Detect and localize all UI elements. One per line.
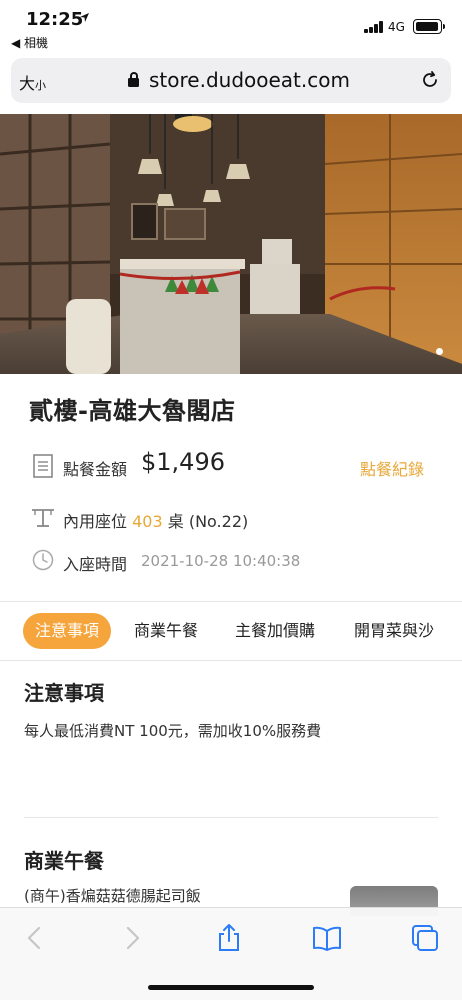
tabs-icon[interactable] <box>410 923 440 953</box>
url-text[interactable]: store.dudooeat.com <box>149 68 350 92</box>
tab-business-lunch[interactable]: 商業午餐 <box>134 613 198 649</box>
section-title-notice: 注意事項 <box>24 681 104 705</box>
tab-appetizers[interactable]: 開胃菜與沙 <box>354 613 434 649</box>
seated-time-value: 2021-10-28 10:40:38 <box>141 552 301 570</box>
store-hero-image[interactable] <box>0 114 462 374</box>
text-size-button[interactable]: 大小 <box>19 70 46 94</box>
carousel-dot[interactable] <box>436 348 443 355</box>
battery-icon <box>413 19 445 34</box>
order-amount-value: $1,496 <box>141 448 225 476</box>
status-time: 12:25 <box>26 9 84 30</box>
section-title-lunch: 商業午餐 <box>24 849 104 873</box>
location-arrow-icon <box>79 12 90 26</box>
seat-number: 403 <box>132 512 163 531</box>
text-size-small: 小 <box>35 79 47 92</box>
share-icon[interactable] <box>214 923 244 953</box>
divider <box>24 817 438 818</box>
store-name: 貳樓-高雄大魯閣店 <box>29 397 236 425</box>
seat-info: 內用座位 403 桌 (No.22) <box>63 508 248 532</box>
seat-suffix: 桌 (No.22) <box>167 512 249 531</box>
menu-item-name[interactable]: (商午)香煸菇菇德腸起司飯 <box>24 885 201 906</box>
seat-label: 內用座位 <box>63 512 128 531</box>
divider <box>0 660 462 661</box>
lock-icon <box>128 72 139 87</box>
notice-text: 每人最低消費NT 100元，需加收10%服務費 <box>24 722 322 740</box>
table-icon <box>31 508 55 532</box>
back-icon[interactable] <box>20 923 50 953</box>
clock-icon <box>32 549 54 575</box>
network-type: 4G <box>388 20 405 34</box>
order-history-link[interactable]: 點餐紀錄 <box>360 456 424 480</box>
back-to-app-link[interactable]: ◀ 相機 <box>11 34 48 51</box>
tab-notice[interactable]: 注意事項 <box>23 613 112 649</box>
home-indicator <box>148 985 314 990</box>
cellular-signal-icon <box>364 21 384 33</box>
tab-main-upgrade[interactable]: 主餐加價購 <box>235 613 315 649</box>
reload-icon[interactable] <box>421 71 439 89</box>
status-bar: 12:25 ◀ 相機 4G <box>0 0 462 52</box>
seated-time-label: 入座時間 <box>63 555 128 574</box>
bookmarks-icon[interactable] <box>312 923 342 953</box>
divider <box>0 601 462 602</box>
forward-icon[interactable] <box>117 923 147 953</box>
order-amount-label: 點餐金額 <box>63 460 128 479</box>
text-size-big: 大 <box>19 74 36 93</box>
address-bar[interactable]: 大小 store.dudooeat.com <box>11 58 451 103</box>
receipt-icon <box>33 454 53 482</box>
